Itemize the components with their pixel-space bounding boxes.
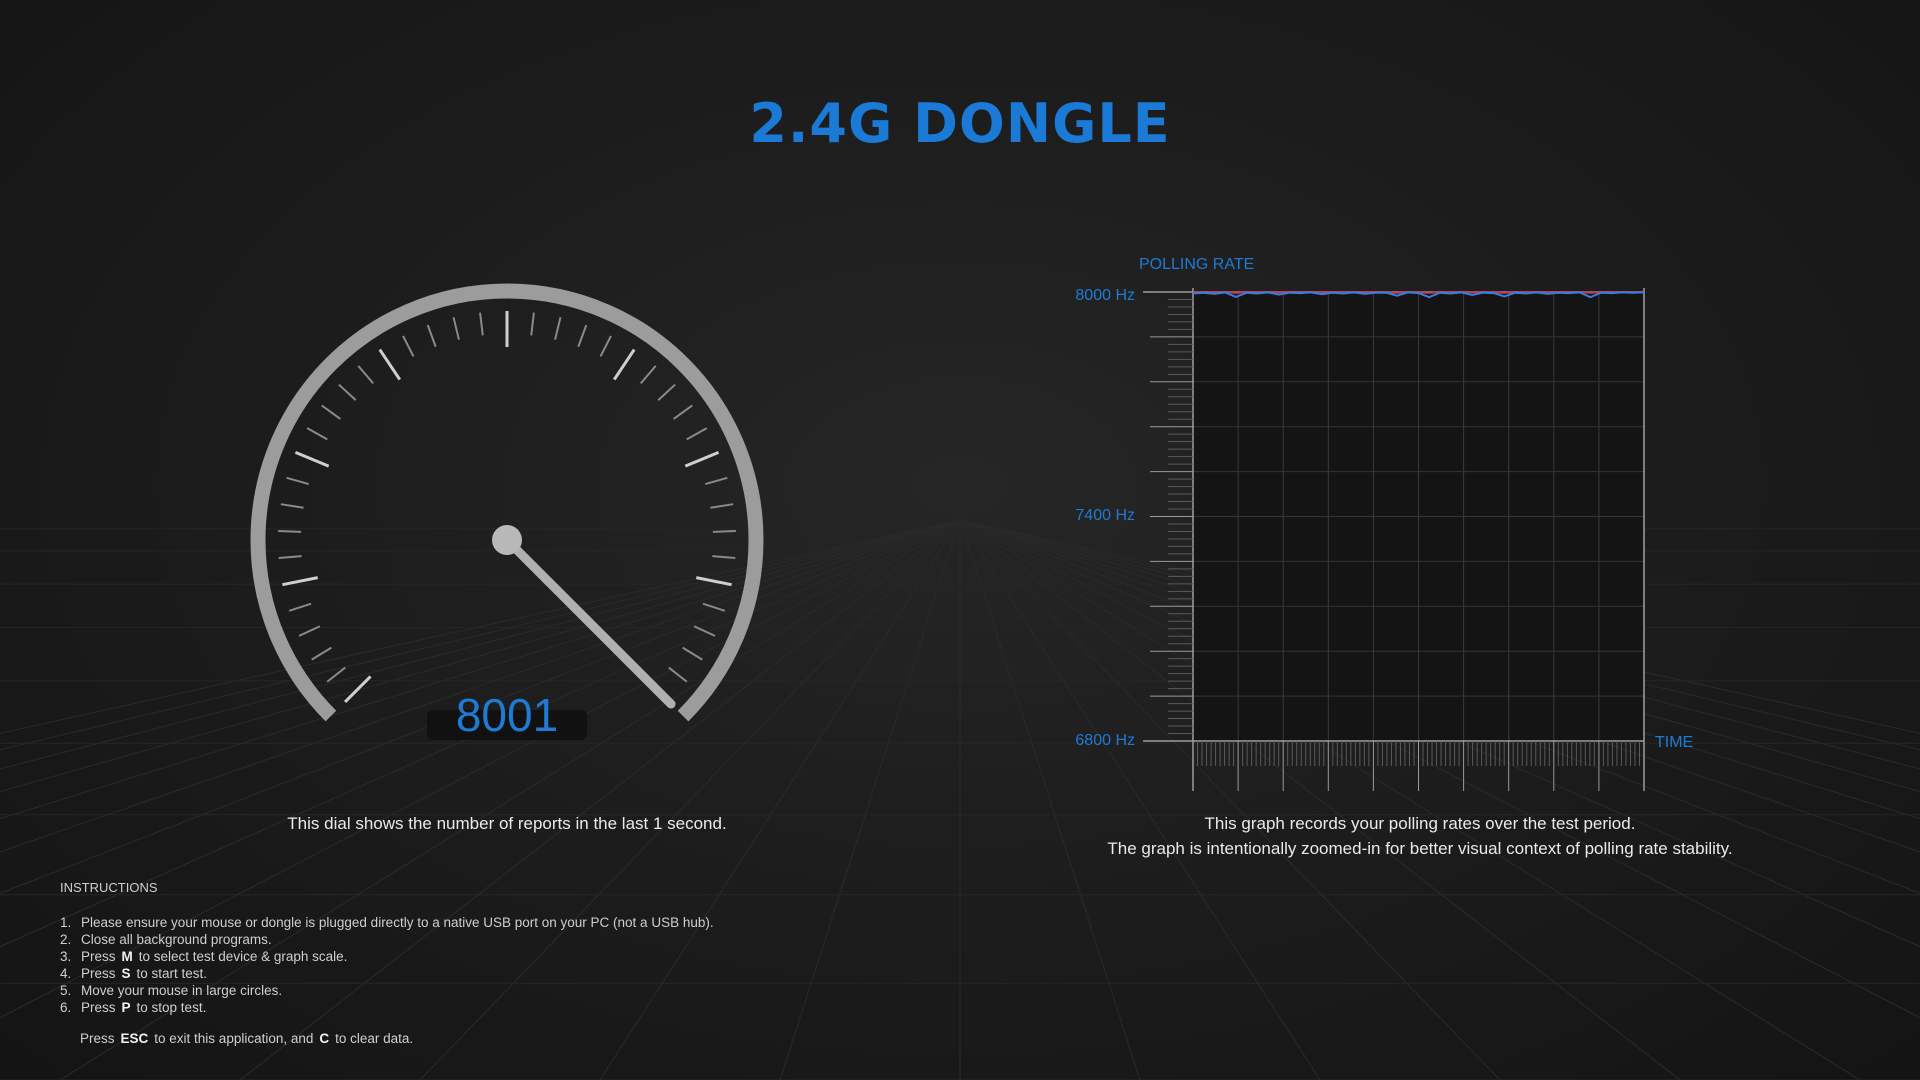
- instruction-item: 1. Please ensure your mouse or dongle is …: [60, 915, 714, 930]
- instruction-item: 5. Move your mouse in large circles.: [60, 983, 283, 998]
- instruction-item: 6. Press Pto stop test.: [60, 1000, 207, 1015]
- graph-caption-line-1: This graph records your polling rates ov…: [1204, 814, 1636, 833]
- key-c: C: [319, 1031, 330, 1046]
- key-p: P: [121, 1000, 131, 1015]
- instructions-footer: Press ESC to exit this application, and Cto…: [80, 1031, 414, 1046]
- graph-caption: This graph records your polling rates ov…: [1060, 811, 1780, 861]
- instructions-heading: INSTRUCTIONS: [60, 880, 158, 895]
- instruction-item: 4. Press Sto start test.: [60, 966, 208, 981]
- key-s: S: [121, 966, 131, 981]
- key-esc: ESC: [120, 1031, 149, 1046]
- instruction-item: 2. Close all background programs.: [60, 932, 272, 947]
- key-m: M: [121, 949, 133, 964]
- graph-caption-line-2: The graph is intentionally zoomed-in for…: [1107, 839, 1733, 858]
- instructions-list: 1. Please ensure your mouse or dongle is …: [60, 914, 714, 1016]
- instructions-panel: INSTRUCTIONS 1. Please ensure your mouse …: [60, 880, 714, 1046]
- instruction-item: 3. Press Mto select test device & graph sc…: [60, 949, 348, 964]
